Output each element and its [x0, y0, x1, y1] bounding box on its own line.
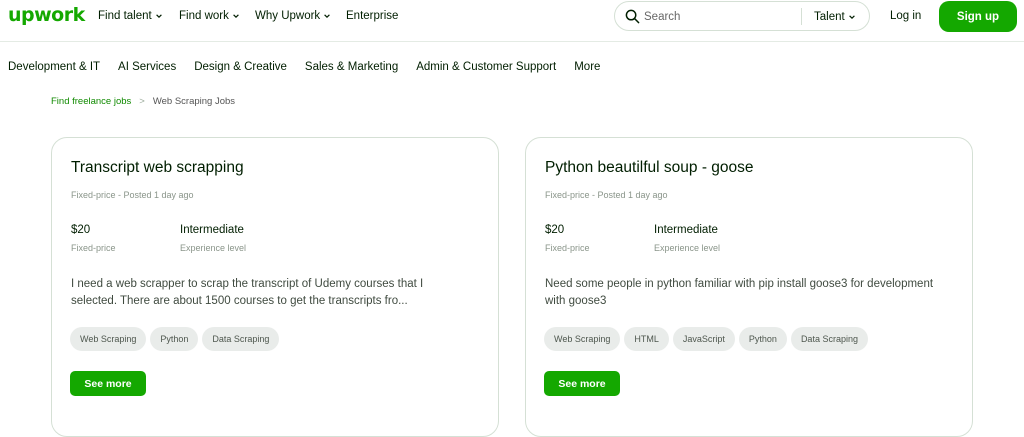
skill-tag[interactable]: HTML	[624, 327, 669, 351]
search-bar[interactable]: Search Talent	[614, 1, 870, 31]
skill-tag[interactable]: Data Scraping	[790, 327, 868, 351]
nav-label: Find talent	[98, 10, 152, 22]
category-development-it[interactable]: Development & IT	[8, 61, 100, 73]
nav-label: Enterprise	[346, 10, 399, 22]
skill-tag[interactable]: Web Scraping	[544, 327, 621, 351]
skill-tag[interactable]: Web Scraping	[70, 327, 147, 351]
nav-label: Why Upwork	[255, 10, 321, 22]
job-tags: Web Scraping HTML JavaScript Python Data…	[544, 327, 868, 351]
job-meta: Fixed-price - Posted 1 day ago	[545, 190, 668, 200]
nav-find-talent[interactable]: Find talent	[98, 10, 163, 22]
nav-find-work[interactable]: Find work	[179, 10, 240, 22]
signup-button[interactable]: Sign up	[939, 1, 1017, 32]
job-price-label: Fixed-price	[71, 243, 116, 253]
job-price: $20	[71, 224, 91, 236]
breadcrumb-current: Web Scraping Jobs	[152, 96, 236, 107]
upwork-logo[interactable]: upwork	[8, 4, 85, 26]
skill-tag[interactable]: JavaScript	[672, 327, 735, 351]
top-navigation: upwork Find talent Find work Why Upwork …	[0, 0, 1024, 33]
search-scope-label: Talent	[814, 11, 845, 23]
skill-tag[interactable]: Python	[738, 327, 787, 351]
category-more[interactable]: More	[574, 61, 600, 73]
chevron-down-icon	[155, 14, 162, 19]
job-card[interactable]: Python beautilful soup - goose Fixed-pri…	[525, 137, 973, 437]
job-title[interactable]: Transcript web scrapping	[71, 159, 244, 177]
search-scope-dropdown[interactable]: Talent	[814, 11, 856, 23]
see-more-button[interactable]: See more	[70, 371, 146, 396]
job-level-label: Experience level	[654, 243, 721, 253]
nav-label: Find work	[179, 10, 229, 22]
search-input[interactable]: Search	[644, 11, 680, 23]
job-title[interactable]: Python beautilful soup - goose	[545, 159, 754, 177]
category-admin-support[interactable]: Admin & Customer Support	[416, 61, 556, 73]
chevron-down-icon	[233, 14, 239, 19]
breadcrumb-link[interactable]: Find freelance jobs	[51, 96, 131, 107]
category-design-creative[interactable]: Design & Creative	[194, 61, 287, 73]
job-level: Intermediate	[654, 224, 718, 236]
nav-why-upwork[interactable]: Why Upwork	[255, 10, 331, 22]
chevron-down-icon	[848, 15, 855, 20]
skill-tag[interactable]: Python	[150, 327, 199, 351]
job-description: Need some people in python familiar with…	[545, 278, 934, 307]
category-ai-services[interactable]: AI Services	[118, 61, 176, 73]
header-divider	[0, 41, 1024, 42]
breadcrumb-separator: >	[139, 96, 145, 107]
breadcrumb: Find freelance jobs > Web Scraping Jobs	[51, 96, 235, 107]
job-card[interactable]: Transcript web scrapping Fixed-price - P…	[51, 137, 499, 437]
category-sales-marketing[interactable]: Sales & Marketing	[305, 61, 398, 73]
job-tags: Web Scraping Python Data Scraping	[70, 327, 280, 351]
see-more-button[interactable]: See more	[544, 371, 620, 396]
job-level-label: Experience level	[180, 243, 247, 253]
category-bar: Development & IT AI Services Design & Cr…	[8, 61, 600, 73]
job-price-label: Fixed-price	[545, 243, 590, 253]
search-icon	[625, 9, 640, 24]
job-price: $20	[545, 224, 565, 236]
login-link[interactable]: Log in	[890, 10, 921, 22]
skill-tag[interactable]: Data Scraping	[202, 327, 280, 351]
chevron-down-icon	[324, 14, 331, 19]
nav-enterprise[interactable]: Enterprise	[346, 10, 398, 22]
job-level: Intermediate	[180, 224, 244, 236]
search-divider	[801, 8, 802, 25]
job-description: I need a web scrapper to scrap the trans…	[71, 278, 424, 307]
job-meta: Fixed-price - Posted 1 day ago	[71, 190, 194, 200]
